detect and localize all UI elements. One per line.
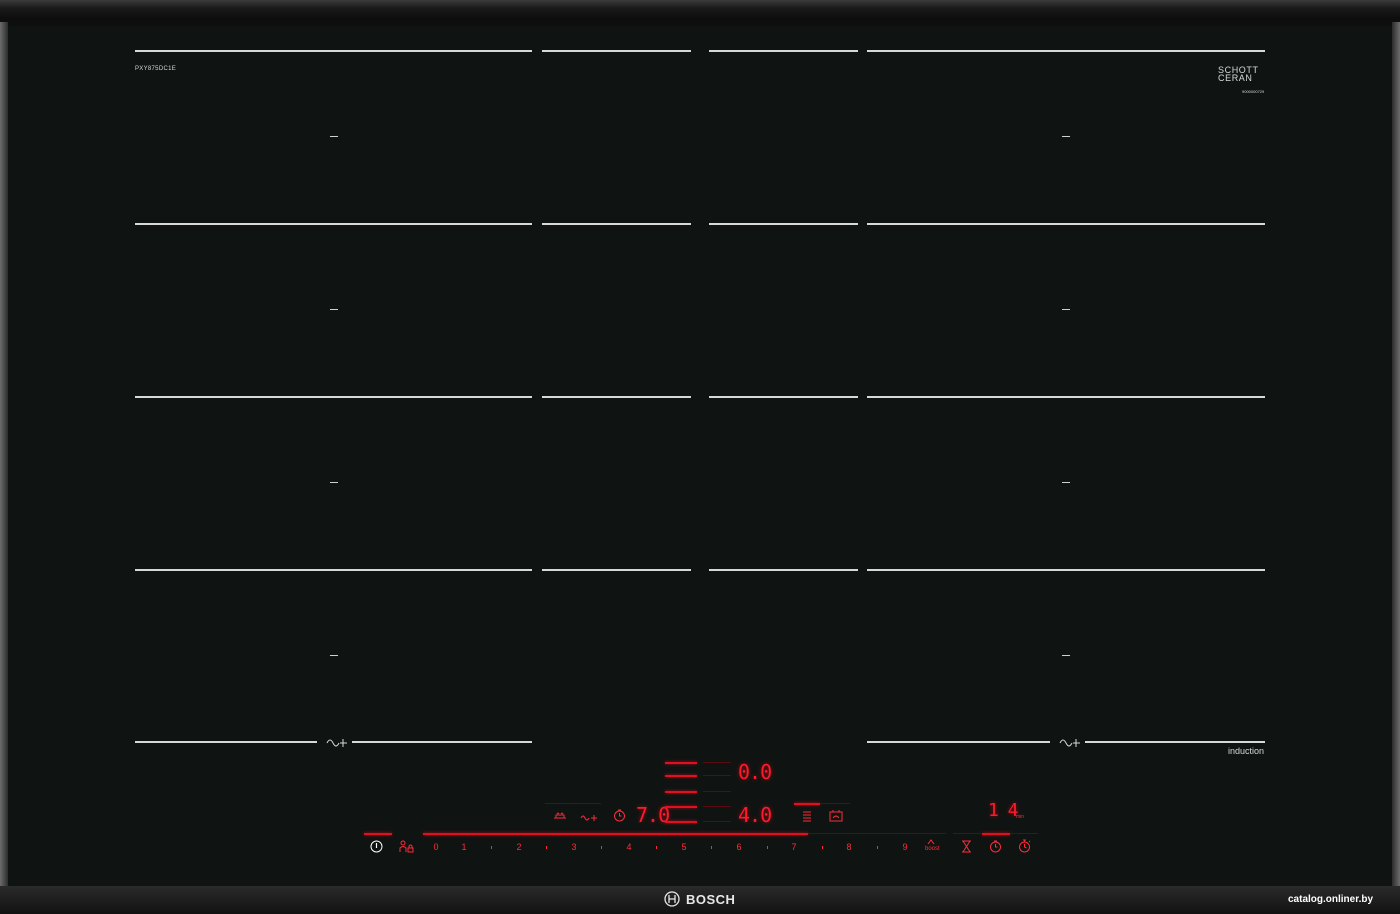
zone-indicator-bar [808,833,946,834]
power-level-1[interactable]: 1 [457,842,471,852]
cooktop [0,0,1400,914]
slider-tick[interactable] [656,846,657,849]
zone-boundary-line [709,223,858,225]
power-level-3[interactable]: 3 [567,842,581,852]
zone-boundary-line [542,396,691,398]
zone-boundary-line [135,569,532,571]
power-level-5[interactable]: 5 [677,842,691,852]
zone-boundary-line [1085,741,1265,743]
power-level-8[interactable]: 8 [842,842,856,852]
slider-tick[interactable] [601,846,602,849]
zone-indicator-bar [820,803,850,804]
zone-indicator-bar [364,833,392,835]
center-zone-display: 4.0 [738,803,772,827]
zone-boundary-line [867,396,1265,398]
serial-label: 9000000729 [1242,89,1265,94]
zone-boundary-line [135,50,532,52]
zone-boundary-line [352,741,532,743]
zone-boundary-line [709,50,858,52]
slider-tick[interactable] [546,846,547,849]
zone-indicator-bar [665,806,697,808]
sensor-icon[interactable] [829,809,843,822]
zone-indicator-bar [703,821,731,822]
slider-tick[interactable] [711,846,712,849]
zone-indicator-bar [794,803,820,805]
stopwatch-icon[interactable] [1018,839,1031,853]
zone-center-mark[interactable] [1062,482,1070,483]
model-label: PXY875DC1E [135,66,177,72]
power-icon[interactable] [370,840,383,853]
slider-tick[interactable] [822,846,823,849]
zone-indicator-bar [665,762,697,764]
induction-label: induction [1228,746,1265,756]
boost-label[interactable]: boost [925,846,940,852]
zone-indicator-bar [953,833,981,834]
zone-indicator-bar [1010,833,1038,834]
zone-indicator-bar [703,791,731,792]
zone-center-mark[interactable] [1062,309,1070,310]
zone-indicator-bar [665,775,697,777]
clock-icon[interactable] [989,840,1002,853]
zone-center-mark[interactable] [330,482,338,483]
zone-boundary-line [867,223,1265,225]
zone-center-mark[interactable] [330,309,338,310]
ceran-text: CERAN [1218,73,1253,83]
left-frame [0,22,8,888]
zone-boundary-line [709,396,858,398]
bosch-logo-icon [664,891,680,907]
hourglass-icon[interactable] [961,840,972,853]
ceramic-glass-surface [8,26,1392,886]
zone-boundary-line [542,223,691,225]
power-level-6[interactable]: 6 [732,842,746,852]
zone-boundary-line [867,50,1265,52]
zone-indicator-bar [665,791,697,793]
zone-indicator-bar [665,821,697,823]
timer-icon[interactable] [613,809,626,822]
right-frame [1392,22,1400,888]
flex-zone-icon[interactable] [325,734,349,748]
zone-center-mark[interactable] [1062,136,1070,137]
zone-center-mark[interactable] [1062,655,1070,656]
zone-center-mark[interactable] [330,655,338,656]
power-level-9[interactable]: 9 [898,842,912,852]
zone-boundary-line [709,569,858,571]
child-lock-icon[interactable] [398,840,414,853]
timer-unit: min [1016,814,1025,820]
power-level-0[interactable]: 0 [429,842,443,852]
zone-indicator-bar [423,833,808,835]
timer-display: 1 4 [988,800,1018,821]
slider-tick[interactable] [767,846,768,849]
top-zone-display: 0.0 [738,760,772,784]
zone-indicator-bar [545,803,601,804]
flex-zone-icon[interactable] [1058,734,1082,748]
zone-indicator-bar [703,762,731,763]
power-level-2[interactable]: 2 [512,842,526,852]
boost-icon [927,839,935,845]
brand-logo: BOSCH [664,891,735,907]
zone-center-mark[interactable] [330,136,338,137]
pan-icon[interactable] [552,810,568,822]
zone-boundary-line [135,396,532,398]
slider-tick[interactable] [877,846,878,849]
brand-name: BOSCH [686,891,736,907]
zone-boundary-line [867,569,1265,571]
power-level-7[interactable]: 7 [787,842,801,852]
menu-icon[interactable] [801,810,813,822]
slider-tick[interactable] [491,846,492,849]
zone-indicator-bar [703,806,731,807]
zone-boundary-line [542,569,691,571]
watermark: catalog.onliner.by [1288,894,1374,905]
zone-indicator-bar [982,833,1010,835]
zone-boundary-line [867,741,1050,743]
power-level-4[interactable]: 4 [622,842,636,852]
zone-indicator-bar [703,775,731,776]
schott-ceran-logo: SCHOTT CERAN [1218,66,1259,83]
flex-small-icon[interactable] [580,812,598,822]
zone-boundary-line [542,50,691,52]
zone-boundary-line [135,223,532,225]
zone-boundary-line [135,741,317,743]
